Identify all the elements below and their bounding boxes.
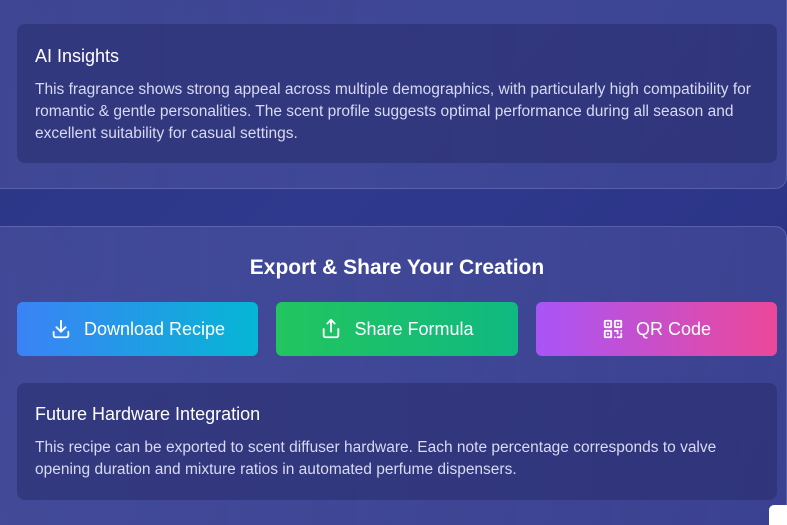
ai-insights-card: AI Insights This fragrance shows strong … <box>17 24 777 163</box>
hardware-integration-card: Future Hardware Integration This recipe … <box>17 383 777 500</box>
share-icon <box>320 318 342 340</box>
share-formula-label: Share Formula <box>354 318 474 339</box>
hardware-integration-title: Future Hardware Integration <box>35 404 261 424</box>
download-icon <box>50 318 72 340</box>
hardware-integration-text: This recipe can be exported to scent dif… <box>35 439 717 478</box>
ai-insights-title: AI Insights <box>35 46 120 66</box>
qr-code-icon <box>602 318 624 340</box>
floating-widget-button[interactable] <box>769 505 787 525</box>
share-formula-button[interactable]: Share Formula <box>276 302 518 356</box>
ai-insights-text: This fragrance shows strong appeal acros… <box>35 81 751 142</box>
qr-code-button[interactable]: QR Code <box>536 302 777 356</box>
qr-code-label: QR Code <box>635 318 712 339</box>
download-recipe-label: Download Recipe <box>83 318 226 339</box>
download-recipe-button[interactable]: Download Recipe <box>17 302 258 356</box>
export-heading: Export & Share Your Creation <box>249 256 545 279</box>
